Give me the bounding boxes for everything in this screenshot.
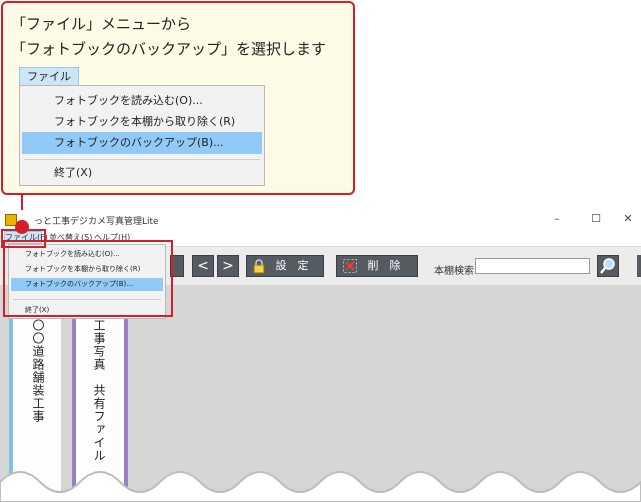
toolbar-edge-button[interactable] <box>637 255 641 277</box>
lock-icon <box>253 259 265 274</box>
book-title-2: 工事写真 共有ファイル <box>92 319 106 462</box>
close-icon[interactable]: ✕ <box>619 212 637 225</box>
instruction-line-2: 「フォトブックのバックアップ」を選択します <box>11 40 327 58</box>
callout-menu-item-import[interactable]: フォトブックを読み込む(O)... <box>22 90 262 112</box>
callout-file-menu: フォトブックを読み込む(O)... フォトブックを本棚から取り除く(R) フォト… <box>19 85 265 186</box>
minimize-icon[interactable]: – <box>548 212 566 225</box>
magnifier-icon <box>600 258 615 274</box>
settings-button[interactable]: 設 定 <box>246 255 324 277</box>
settings-label: 設 定 <box>275 259 309 272</box>
torn-edge-decoration <box>0 471 641 502</box>
instruction-line-1: 「ファイル」メニューから <box>11 15 192 33</box>
title-bar: っと工事デジカメ写真管理Lite – ☐ ✕ <box>0 210 641 230</box>
callout-connector-dot <box>15 220 29 234</box>
delete-label: 削 除 <box>367 259 401 272</box>
callout-menu-item-backup[interactable]: フォトブックのバックアップ(B)... <box>22 132 262 154</box>
callout-menu-item-exit[interactable]: 終了(X) <box>22 162 262 184</box>
callout-menu-item-remove[interactable]: フォトブックを本棚から取り除く(R) <box>22 111 262 133</box>
shelf-search-input[interactable] <box>475 258 590 274</box>
delete-x-icon <box>343 259 357 273</box>
shelf-search-label: 本棚検索 <box>434 266 474 277</box>
instruction-callout: 「ファイル」メニューから 「フォトブックのバックアップ」を選択します ファイル(… <box>1 1 355 195</box>
dropdown-highlight <box>3 240 173 317</box>
chevron-left-icon[interactable]: < <box>192 255 214 277</box>
chevron-right-icon[interactable]: > <box>217 255 239 277</box>
callout-menu-separator <box>24 159 260 160</box>
book-title-1: 〇〇道路舗装工事 <box>31 319 45 423</box>
delete-button[interactable]: 削 除 <box>336 255 418 277</box>
callout-file-menu-button[interactable]: ファイル(F) <box>19 67 79 100</box>
window-title: っと工事デジカメ写真管理Lite <box>34 217 159 227</box>
maximize-icon[interactable]: ☐ <box>587 212 605 225</box>
search-button[interactable] <box>597 255 619 277</box>
